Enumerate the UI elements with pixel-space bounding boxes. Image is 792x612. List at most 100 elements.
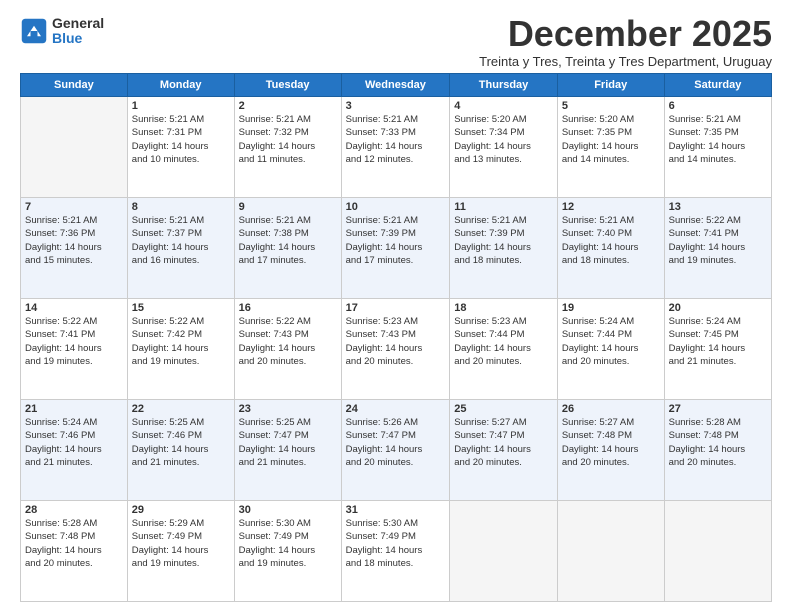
title-section: December 2025 Treinta y Tres, Treinta y …	[479, 16, 772, 69]
day-number: 29	[132, 504, 230, 516]
day-number: 18	[454, 302, 553, 314]
table-row: 10Sunrise: 5:21 AM Sunset: 7:39 PM Dayli…	[341, 198, 450, 299]
calendar-week-row: 28Sunrise: 5:28 AM Sunset: 7:48 PM Dayli…	[21, 501, 772, 602]
day-info: Sunrise: 5:22 AM Sunset: 7:42 PM Dayligh…	[132, 315, 230, 368]
logo-blue-text: Blue	[52, 31, 104, 46]
table-row: 22Sunrise: 5:25 AM Sunset: 7:46 PM Dayli…	[127, 400, 234, 501]
day-info: Sunrise: 5:28 AM Sunset: 7:48 PM Dayligh…	[25, 517, 123, 570]
calendar-week-row: 1Sunrise: 5:21 AM Sunset: 7:31 PM Daylig…	[21, 97, 772, 198]
table-row	[21, 97, 128, 198]
day-number: 1	[132, 100, 230, 112]
day-number: 4	[454, 100, 553, 112]
day-info: Sunrise: 5:22 AM Sunset: 7:43 PM Dayligh…	[239, 315, 337, 368]
table-row: 18Sunrise: 5:23 AM Sunset: 7:44 PM Dayli…	[450, 299, 558, 400]
col-friday: Friday	[557, 74, 664, 97]
day-number: 17	[346, 302, 446, 314]
day-number: 28	[25, 504, 123, 516]
col-thursday: Thursday	[450, 74, 558, 97]
day-number: 10	[346, 201, 446, 213]
table-row: 7Sunrise: 5:21 AM Sunset: 7:36 PM Daylig…	[21, 198, 128, 299]
day-info: Sunrise: 5:26 AM Sunset: 7:47 PM Dayligh…	[346, 416, 446, 469]
table-row: 3Sunrise: 5:21 AM Sunset: 7:33 PM Daylig…	[341, 97, 450, 198]
calendar-header-row: Sunday Monday Tuesday Wednesday Thursday…	[21, 74, 772, 97]
day-info: Sunrise: 5:22 AM Sunset: 7:41 PM Dayligh…	[25, 315, 123, 368]
table-row: 14Sunrise: 5:22 AM Sunset: 7:41 PM Dayli…	[21, 299, 128, 400]
table-row: 26Sunrise: 5:27 AM Sunset: 7:48 PM Dayli…	[557, 400, 664, 501]
day-number: 25	[454, 403, 553, 415]
table-row: 29Sunrise: 5:29 AM Sunset: 7:49 PM Dayli…	[127, 501, 234, 602]
table-row: 1Sunrise: 5:21 AM Sunset: 7:31 PM Daylig…	[127, 97, 234, 198]
day-info: Sunrise: 5:22 AM Sunset: 7:41 PM Dayligh…	[669, 214, 767, 267]
day-info: Sunrise: 5:20 AM Sunset: 7:35 PM Dayligh…	[562, 113, 660, 166]
table-row: 31Sunrise: 5:30 AM Sunset: 7:49 PM Dayli…	[341, 501, 450, 602]
calendar-table: Sunday Monday Tuesday Wednesday Thursday…	[20, 73, 772, 602]
day-info: Sunrise: 5:28 AM Sunset: 7:48 PM Dayligh…	[669, 416, 767, 469]
table-row: 2Sunrise: 5:21 AM Sunset: 7:32 PM Daylig…	[234, 97, 341, 198]
table-row: 8Sunrise: 5:21 AM Sunset: 7:37 PM Daylig…	[127, 198, 234, 299]
table-row: 17Sunrise: 5:23 AM Sunset: 7:43 PM Dayli…	[341, 299, 450, 400]
table-row	[664, 501, 771, 602]
col-sunday: Sunday	[21, 74, 128, 97]
day-number: 19	[562, 302, 660, 314]
calendar-week-row: 7Sunrise: 5:21 AM Sunset: 7:36 PM Daylig…	[21, 198, 772, 299]
table-row: 5Sunrise: 5:20 AM Sunset: 7:35 PM Daylig…	[557, 97, 664, 198]
table-row: 9Sunrise: 5:21 AM Sunset: 7:38 PM Daylig…	[234, 198, 341, 299]
day-info: Sunrise: 5:24 AM Sunset: 7:44 PM Dayligh…	[562, 315, 660, 368]
table-row: 11Sunrise: 5:21 AM Sunset: 7:39 PM Dayli…	[450, 198, 558, 299]
table-row: 6Sunrise: 5:21 AM Sunset: 7:35 PM Daylig…	[664, 97, 771, 198]
day-info: Sunrise: 5:23 AM Sunset: 7:44 PM Dayligh…	[454, 315, 553, 368]
table-row: 24Sunrise: 5:26 AM Sunset: 7:47 PM Dayli…	[341, 400, 450, 501]
day-number: 20	[669, 302, 767, 314]
calendar-week-row: 21Sunrise: 5:24 AM Sunset: 7:46 PM Dayli…	[21, 400, 772, 501]
logo-icon	[20, 17, 48, 45]
logo-general-text: General	[52, 16, 104, 31]
day-number: 21	[25, 403, 123, 415]
table-row	[557, 501, 664, 602]
day-number: 11	[454, 201, 553, 213]
table-row: 30Sunrise: 5:30 AM Sunset: 7:49 PM Dayli…	[234, 501, 341, 602]
day-info: Sunrise: 5:21 AM Sunset: 7:39 PM Dayligh…	[454, 214, 553, 267]
day-info: Sunrise: 5:21 AM Sunset: 7:36 PM Dayligh…	[25, 214, 123, 267]
table-row: 13Sunrise: 5:22 AM Sunset: 7:41 PM Dayli…	[664, 198, 771, 299]
day-info: Sunrise: 5:20 AM Sunset: 7:34 PM Dayligh…	[454, 113, 553, 166]
day-number: 24	[346, 403, 446, 415]
day-info: Sunrise: 5:27 AM Sunset: 7:47 PM Dayligh…	[454, 416, 553, 469]
day-number: 26	[562, 403, 660, 415]
page-header: General Blue December 2025 Treinta y Tre…	[20, 16, 772, 69]
table-row: 25Sunrise: 5:27 AM Sunset: 7:47 PM Dayli…	[450, 400, 558, 501]
day-number: 14	[25, 302, 123, 314]
calendar-week-row: 14Sunrise: 5:22 AM Sunset: 7:41 PM Dayli…	[21, 299, 772, 400]
col-saturday: Saturday	[664, 74, 771, 97]
day-number: 7	[25, 201, 123, 213]
day-number: 5	[562, 100, 660, 112]
day-info: Sunrise: 5:25 AM Sunset: 7:47 PM Dayligh…	[239, 416, 337, 469]
table-row	[450, 501, 558, 602]
month-title: December 2025	[479, 16, 772, 52]
day-number: 9	[239, 201, 337, 213]
day-number: 27	[669, 403, 767, 415]
table-row: 27Sunrise: 5:28 AM Sunset: 7:48 PM Dayli…	[664, 400, 771, 501]
day-number: 31	[346, 504, 446, 516]
day-number: 30	[239, 504, 337, 516]
day-number: 6	[669, 100, 767, 112]
day-info: Sunrise: 5:21 AM Sunset: 7:40 PM Dayligh…	[562, 214, 660, 267]
day-info: Sunrise: 5:21 AM Sunset: 7:35 PM Dayligh…	[669, 113, 767, 166]
table-row: 12Sunrise: 5:21 AM Sunset: 7:40 PM Dayli…	[557, 198, 664, 299]
table-row: 16Sunrise: 5:22 AM Sunset: 7:43 PM Dayli…	[234, 299, 341, 400]
day-number: 2	[239, 100, 337, 112]
day-info: Sunrise: 5:21 AM Sunset: 7:33 PM Dayligh…	[346, 113, 446, 166]
day-number: 23	[239, 403, 337, 415]
day-info: Sunrise: 5:21 AM Sunset: 7:31 PM Dayligh…	[132, 113, 230, 166]
day-info: Sunrise: 5:24 AM Sunset: 7:45 PM Dayligh…	[669, 315, 767, 368]
col-wednesday: Wednesday	[341, 74, 450, 97]
day-number: 22	[132, 403, 230, 415]
day-info: Sunrise: 5:25 AM Sunset: 7:46 PM Dayligh…	[132, 416, 230, 469]
location-subtitle: Treinta y Tres, Treinta y Tres Departmen…	[479, 54, 772, 69]
day-info: Sunrise: 5:27 AM Sunset: 7:48 PM Dayligh…	[562, 416, 660, 469]
logo: General Blue	[20, 16, 104, 47]
day-info: Sunrise: 5:21 AM Sunset: 7:38 PM Dayligh…	[239, 214, 337, 267]
day-info: Sunrise: 5:21 AM Sunset: 7:32 PM Dayligh…	[239, 113, 337, 166]
day-number: 15	[132, 302, 230, 314]
day-number: 13	[669, 201, 767, 213]
table-row: 15Sunrise: 5:22 AM Sunset: 7:42 PM Dayli…	[127, 299, 234, 400]
